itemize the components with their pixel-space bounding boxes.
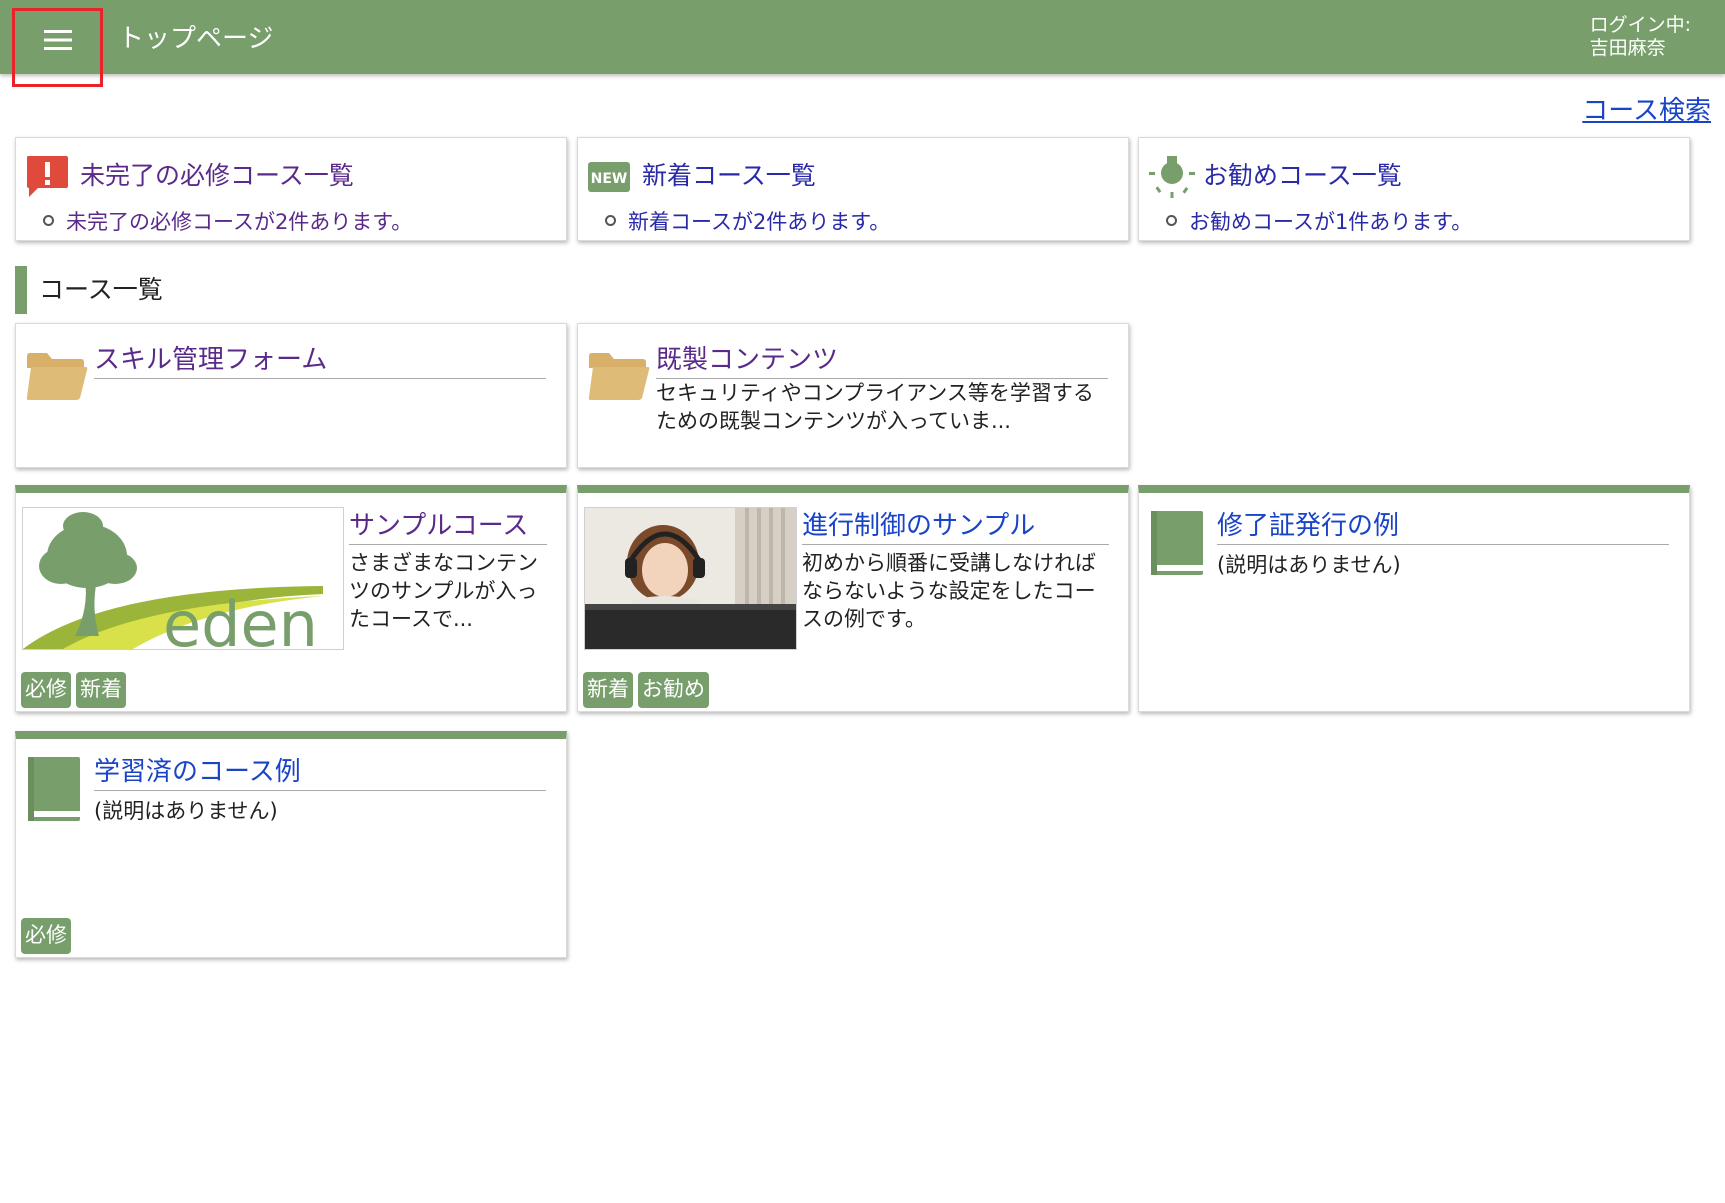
- course-card-certificate[interactable]: 修了証発行の例 (説明はありません): [1138, 485, 1690, 712]
- woman-headset-photo: [585, 508, 796, 649]
- course-tags: 必修 新着: [21, 672, 126, 708]
- top-bar: トップページ ログイン中: 吉田麻奈: [0, 0, 1725, 74]
- course-list-heading: コース一覧: [15, 266, 163, 314]
- course-tags: 必修: [21, 918, 71, 954]
- course-card-sample[interactable]: eden サンプルコース さまざまなコンテンツのサンプルが入ったコースで... …: [15, 485, 567, 712]
- book-icon: [1151, 511, 1203, 575]
- folder-title[interactable]: 既製コンテンツ: [656, 339, 1108, 379]
- recommended-count-link[interactable]: お勧めコースが1件あります。: [1165, 206, 1472, 236]
- alert-icon: [27, 156, 68, 197]
- new-list-link[interactable]: 新着コース一覧: [642, 156, 816, 192]
- folder-card-skill[interactable]: スキル管理フォーム: [15, 323, 567, 468]
- login-label: ログイン中:: [1589, 14, 1691, 36]
- course-description: 初めから順番に受講しなければならないような設定をしたコースの例です。: [802, 551, 1096, 631]
- course-description: (説明はありません): [1217, 553, 1401, 577]
- book-icon: [28, 757, 80, 821]
- eden-logo-text: eden: [163, 588, 318, 649]
- folder-description: セキュリティやコンプライアンス等を学習するための既製コンテンツが入っていま...: [656, 381, 1094, 433]
- summary-card-new: NEW 新着コース一覧 新着コースが2件あります。: [577, 137, 1129, 241]
- user-name: 吉田麻奈: [1589, 37, 1666, 59]
- page-title: トップページ: [118, 24, 274, 54]
- folder-title[interactable]: スキル管理フォーム: [94, 339, 546, 379]
- course-title[interactable]: 修了証発行の例: [1217, 505, 1669, 545]
- folder-card-contents[interactable]: 既製コンテンツ セキュリティやコンプライアンス等を学習するための既製コンテンツが…: [577, 323, 1129, 468]
- hamburger-icon: [43, 30, 72, 50]
- recommended-list-link[interactable]: お勧めコース一覧: [1203, 156, 1402, 192]
- course-card-completed[interactable]: 学習済のコース例 (説明はありません) 必修: [15, 731, 567, 958]
- tag-required: 必修: [21, 672, 71, 708]
- eden-logo-image: eden: [23, 512, 323, 649]
- course-title[interactable]: 進行制御のサンプル: [802, 505, 1109, 545]
- course-title[interactable]: サンプルコース: [349, 505, 547, 545]
- folder-icon: [588, 353, 650, 400]
- course-description: (説明はありません): [94, 799, 278, 823]
- required-list-link[interactable]: 未完了の必修コース一覧: [80, 156, 354, 192]
- course-tags: 新着 お勧め: [583, 672, 709, 708]
- tag-new: 新着: [76, 672, 126, 708]
- course-thumbnail: eden: [22, 507, 344, 650]
- svg-text:NEW: NEW: [591, 171, 628, 187]
- course-description: さまざまなコンテンツのサンプルが入ったコースで...: [349, 551, 538, 631]
- login-info: ログイン中: 吉田麻奈: [1590, 14, 1691, 60]
- course-card-progress-control[interactable]: 進行制御のサンプル 初めから順番に受講しなければならないような設定をしたコースの…: [577, 485, 1129, 712]
- course-thumbnail: [584, 507, 797, 650]
- course-search-link[interactable]: コース検索: [1582, 90, 1711, 127]
- new-badge-icon: NEW: [588, 162, 630, 192]
- folder-icon: [26, 353, 88, 400]
- tag-required: 必修: [21, 918, 71, 954]
- summary-card-recommended: お勧めコース一覧 お勧めコースが1件あります。: [1138, 137, 1690, 241]
- new-count-link[interactable]: 新着コースが2件あります。: [604, 206, 890, 236]
- course-title[interactable]: 学習済のコース例: [94, 751, 546, 791]
- required-count-link[interactable]: 未完了の必修コースが2件あります。: [42, 206, 412, 236]
- lightbulb-icon: [1149, 156, 1195, 198]
- tag-new: 新着: [583, 672, 633, 708]
- menu-button[interactable]: [12, 8, 103, 87]
- summary-card-required: 未完了の必修コース一覧 未完了の必修コースが2件あります。: [15, 137, 567, 241]
- tag-recommended: お勧め: [638, 672, 709, 708]
